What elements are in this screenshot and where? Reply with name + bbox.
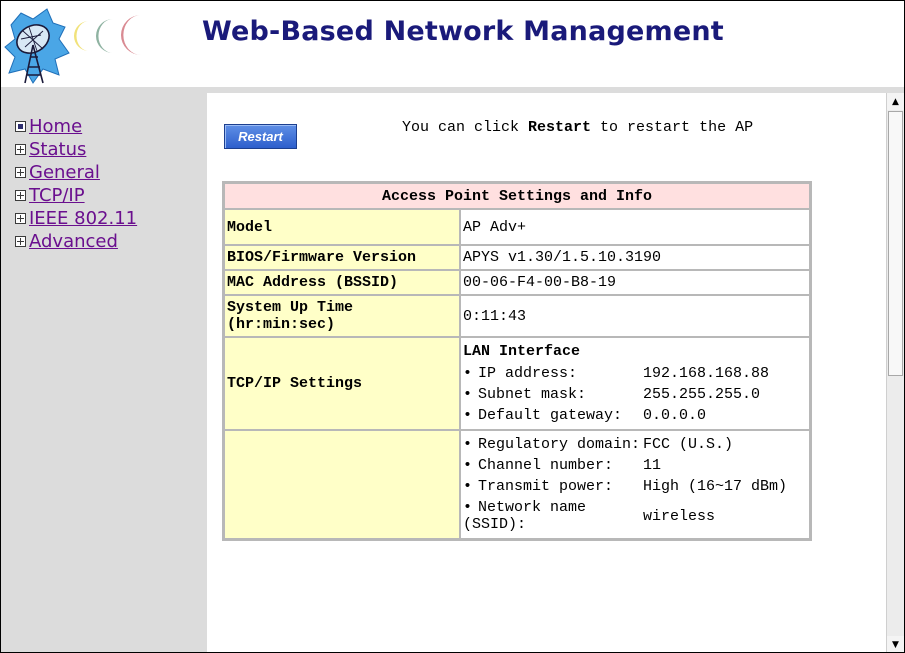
channel-number-value: 11 <box>643 457 662 474</box>
sidebar-item-home[interactable]: Home <box>15 115 137 138</box>
ip-address-value: 192.168.168.88 <box>643 365 770 382</box>
table-row: Model AP Adv+ <box>224 209 810 245</box>
bullet-icon: • <box>463 499 473 516</box>
bullet-icon: • <box>463 365 473 382</box>
plus-box-icon[interactable] <box>15 167 26 178</box>
sidebar-item-tcpip[interactable]: TCP/IP <box>15 184 137 207</box>
subnet-mask-value: 255.255.255.0 <box>643 386 761 403</box>
plus-box-icon[interactable] <box>15 213 26 224</box>
settings-info-table: Access Point Settings and Info Model AP … <box>222 181 812 541</box>
table-row: TCP/IP Settings LAN Interface • IP addres… <box>224 337 810 430</box>
table-row: BIOS/Firmware Version APYS v1.30/1.5.10.… <box>224 245 810 270</box>
lan-heading: LAN Interface <box>463 343 581 360</box>
transmit-power-value: High (16~17 dBm) <box>643 478 788 495</box>
regulatory-domain-value: FCC (U.S.) <box>643 436 734 453</box>
list-item: • Transmit power: High (16~17 dBm) <box>463 476 807 497</box>
model-value: AP Adv+ <box>460 209 810 245</box>
list-item: • Network name (SSID): wireless <box>463 497 807 535</box>
bullet-icon: • <box>463 457 473 474</box>
sidebar-link-status[interactable]: Status <box>29 139 86 160</box>
restart-button[interactable]: Restart <box>224 124 297 149</box>
restart-msg-bold: Restart <box>528 119 592 136</box>
table-row: • Regulatory domain: FCC (U.S.) • Channel … <box>224 430 810 539</box>
bullet-icon: • <box>463 386 473 403</box>
bullet-icon: • <box>463 407 473 424</box>
minus-box-icon <box>15 121 26 132</box>
sidebar-link-tcpip[interactable]: TCP/IP <box>29 185 85 206</box>
vertical-scrollbar[interactable]: ▲ ▼ <box>886 93 904 652</box>
page-title: Web-Based Network Management <box>202 16 724 47</box>
channel-number-key: Channel number: <box>478 457 614 474</box>
restart-msg-pre: You can click <box>402 119 529 136</box>
table-row: System Up Time (hr:min:sec) 0:11:43 <box>224 295 810 337</box>
list-item: • Regulatory domain: FCC (U.S.) <box>463 434 807 455</box>
scrollbar-thumb[interactable] <box>888 111 903 376</box>
sidebar-item-advanced[interactable]: Advanced <box>15 230 137 253</box>
wireless-label <box>224 430 460 539</box>
model-label: Model <box>224 209 460 245</box>
default-gateway-key: Default gateway: <box>478 407 623 424</box>
plus-box-icon[interactable] <box>15 144 26 155</box>
lan-list: • IP address: 192.168.168.88 • Subnet mask… <box>463 363 807 426</box>
sidebar-link-home[interactable]: Home <box>29 116 82 137</box>
bios-label: BIOS/Firmware Version <box>224 245 460 270</box>
sidebar-link-advanced[interactable]: Advanced <box>29 231 118 252</box>
main-content: Restart You can click Restart to restart… <box>207 93 886 652</box>
list-item: • Default gateway: 0.0.0.0 <box>463 405 807 426</box>
uptime-label: System Up Time (hr:min:sec) <box>224 295 460 337</box>
scroll-down-arrow-icon[interactable]: ▼ <box>887 636 904 652</box>
scroll-up-arrow-icon[interactable]: ▲ <box>887 93 904 110</box>
bullet-icon: • <box>463 478 473 495</box>
sidebar-item-status[interactable]: Status <box>15 138 137 161</box>
list-item: • Subnet mask: 255.255.255.0 <box>463 384 807 405</box>
wireless-value: • Regulatory domain: FCC (U.S.) • Channel … <box>460 430 810 539</box>
plus-box-icon[interactable] <box>15 236 26 247</box>
default-gateway-value: 0.0.0.0 <box>643 407 707 424</box>
table-title: Access Point Settings and Info <box>224 183 810 209</box>
browser-frame: Web-Based Network Management Home Status… <box>0 0 905 653</box>
mac-value: 00-06-F4-00-B8-19 <box>460 270 810 295</box>
page-header: Web-Based Network Management <box>1 1 904 87</box>
sidebar-link-ieee80211[interactable]: IEEE 802.11 <box>29 208 137 229</box>
sidebar-nav: Home Status General TCP/IP IEEE 802.11 A… <box>1 93 207 652</box>
network-name-value: wireless <box>643 507 716 525</box>
network-name-key: Network name (SSID): <box>463 499 587 533</box>
tcpip-value: LAN Interface • IP address: 192.168.168.8… <box>460 337 810 430</box>
nav-tree: Home Status General TCP/IP IEEE 802.11 A… <box>15 115 137 253</box>
subnet-mask-key: Subnet mask: <box>478 386 587 403</box>
ip-address-key: IP address: <box>478 365 578 382</box>
restart-message: You can click Restart to restart the AP <box>402 117 822 138</box>
sidebar-item-ieee80211[interactable]: IEEE 802.11 <box>15 207 137 230</box>
mac-label: MAC Address (BSSID) <box>224 270 460 295</box>
satellite-dish-logo <box>4 8 141 84</box>
plus-box-icon[interactable] <box>15 190 26 201</box>
list-item: • Channel number: 11 <box>463 455 807 476</box>
list-item: • IP address: 192.168.168.88 <box>463 363 807 384</box>
bios-value: APYS v1.30/1.5.10.3190 <box>460 245 810 270</box>
transmit-power-key: Transmit power: <box>478 478 614 495</box>
table-row: MAC Address (BSSID) 00-06-F4-00-B8-19 <box>224 270 810 295</box>
tcpip-label: TCP/IP Settings <box>224 337 460 430</box>
bullet-icon: • <box>463 436 473 453</box>
sidebar-item-general[interactable]: General <box>15 161 137 184</box>
restart-msg-post: to restart the AP <box>591 119 754 136</box>
wireless-list: • Regulatory domain: FCC (U.S.) • Channel … <box>463 434 807 535</box>
sidebar-link-general[interactable]: General <box>29 162 100 183</box>
regulatory-domain-key: Regulatory domain: <box>478 436 641 453</box>
uptime-value: 0:11:43 <box>460 295 810 337</box>
